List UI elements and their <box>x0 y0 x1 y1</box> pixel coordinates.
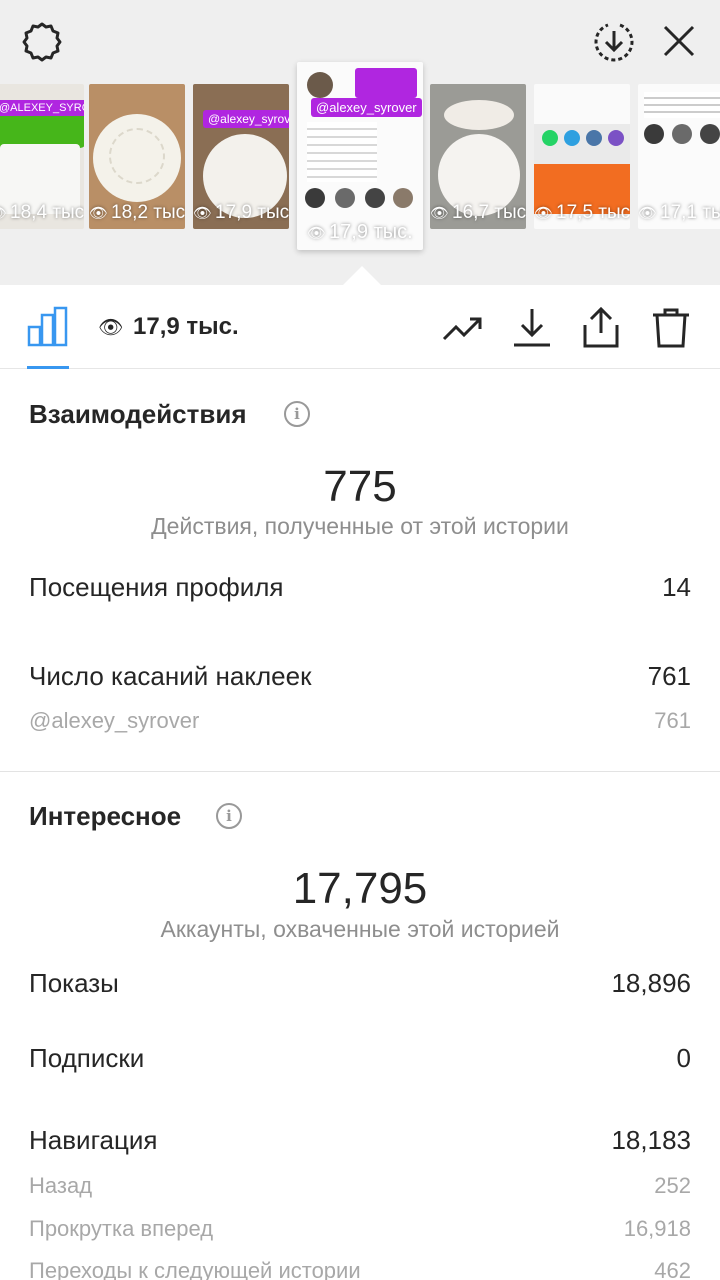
download-circle-icon <box>594 23 634 62</box>
section-divider <box>0 771 720 772</box>
eye-icon: 👁 <box>430 205 450 222</box>
story-views: 👁 17,9 тыс <box>193 202 289 223</box>
stat-label: Назад <box>29 1173 93 1198</box>
trash-icon <box>653 308 689 348</box>
promote-button[interactable] <box>442 307 484 349</box>
eye-icon: 👁 <box>0 204 7 222</box>
insights-toolbar: 👁 17,9 тыс. <box>0 285 720 369</box>
stat-row-impressions: Показы 18,896 <box>29 968 691 999</box>
stat-subrow-back: Назад 252 <box>29 1173 691 1199</box>
stat-value: 18,896 <box>611 968 691 998</box>
interactions-total: 775 <box>323 462 397 511</box>
stat-row-sticker-taps: Число касаний наклеек 761 <box>29 661 691 692</box>
stat-value: 761 <box>654 708 691 733</box>
close-button[interactable] <box>656 18 702 64</box>
story-views: 👁 17,5 тыс <box>534 202 630 223</box>
bar-chart-icon <box>27 306 68 347</box>
stat-label: @alexey_syrover <box>29 708 200 733</box>
stat-label: Подписки <box>29 1043 145 1073</box>
eye-icon: 👁 <box>638 205 658 222</box>
stat-subrow-mention: @alexey_syrover 761 <box>29 708 691 734</box>
eye-icon: 👁 <box>193 205 213 222</box>
eye-icon: 👁 <box>89 205 109 222</box>
eye-icon: 👁 <box>98 317 124 339</box>
stat-label: Число касаний наклеек <box>29 661 312 691</box>
stat-value: 462 <box>654 1258 691 1280</box>
insights-tab[interactable] <box>27 305 69 347</box>
save-button[interactable] <box>511 307 553 349</box>
stat-subrow-next-story: Переходы к следующей истории 462 <box>29 1258 691 1280</box>
stat-label: Показы <box>29 968 119 998</box>
stat-row-navigation: Навигация 18,183 <box>29 1125 691 1156</box>
discovery-title: Интересное <box>29 801 182 831</box>
story-tag: @alexey_syrover <box>203 110 289 128</box>
download-icon <box>514 309 550 347</box>
stat-row-profile-visits: Посещения профиля 14 <box>29 572 691 603</box>
stat-label: Прокрутка вперед <box>29 1216 214 1241</box>
settings-button[interactable] <box>18 18 66 66</box>
story-thumbnail[interactable]: 👁 16,7 тыс <box>430 84 526 229</box>
discovery-caption: Аккаунты, охваченные этой историей <box>160 916 560 942</box>
stat-value: 14 <box>662 572 691 602</box>
stat-value: 761 <box>647 661 691 691</box>
story-views: 👁18,4 тыс <box>0 202 84 224</box>
story-carousel-area: @ALEXEY_SYROVER 👁18,4 тыс 👁18,2 тыс @ale… <box>0 0 720 285</box>
download-story-button[interactable] <box>590 18 638 66</box>
stat-label: Навигация <box>29 1125 158 1155</box>
trend-up-icon <box>442 317 482 341</box>
stat-value: 16,918 <box>623 1216 691 1241</box>
story-thumbnail[interactable]: 👁 18,2 тыс <box>89 84 185 229</box>
eye-icon: 👁 <box>534 205 554 222</box>
share-icon <box>583 306 619 348</box>
discovery-total: 17,795 <box>292 864 428 913</box>
interactions-title: Взаимодействия <box>29 399 247 429</box>
info-icon[interactable]: i <box>284 401 310 427</box>
stat-value: 0 <box>676 1043 691 1073</box>
story-thumbnail[interactable]: 👁 17,5 тыс <box>534 84 630 229</box>
active-tab-indicator <box>27 366 69 369</box>
stat-value: 18,183 <box>611 1125 691 1155</box>
story-tag: @alexey_syrover <box>311 98 422 117</box>
gear-icon <box>22 22 62 62</box>
story-thumbnail[interactable]: 👁17,1 тыс <box>638 84 720 229</box>
views-count: 17,9 тыс. <box>133 313 239 340</box>
stat-value: 252 <box>654 1173 691 1198</box>
delete-button[interactable] <box>650 307 692 349</box>
selected-pointer <box>343 266 381 285</box>
story-thumbnail[interactable]: @alexey_syrover 👁17,9 тыс <box>193 84 289 229</box>
eye-icon: 👁 <box>307 224 327 242</box>
story-tag: @ALEXEY_SYROVER <box>0 100 84 116</box>
story-thumbnail-selected[interactable]: @alexey_syrover 👁 17,9 тыс. <box>297 62 423 250</box>
story-thumbnails: @ALEXEY_SYROVER 👁18,4 тыс 👁18,2 тыс @ale… <box>0 62 720 254</box>
share-button[interactable] <box>580 306 622 349</box>
story-views: 👁17,1 тыс <box>638 202 720 223</box>
interactions-caption: Действия, полученные от этой истории <box>151 513 569 539</box>
stat-label: Переходы к следующей истории <box>29 1258 361 1280</box>
story-views: 👁 16,7 тыс <box>430 202 526 223</box>
stat-row-follows: Подписки 0 <box>29 1043 691 1074</box>
story-thumbnail[interactable]: @ALEXEY_SYROVER 👁18,4 тыс <box>0 84 84 229</box>
stat-subrow-forward: Прокрутка вперед 16,918 <box>29 1216 691 1242</box>
story-views: 👁 18,2 тыс <box>89 202 185 223</box>
story-views: 👁 17,9 тыс. <box>307 221 413 243</box>
stat-label: Посещения профиля <box>29 572 284 602</box>
info-icon[interactable]: i <box>216 803 242 829</box>
close-icon <box>663 25 695 57</box>
